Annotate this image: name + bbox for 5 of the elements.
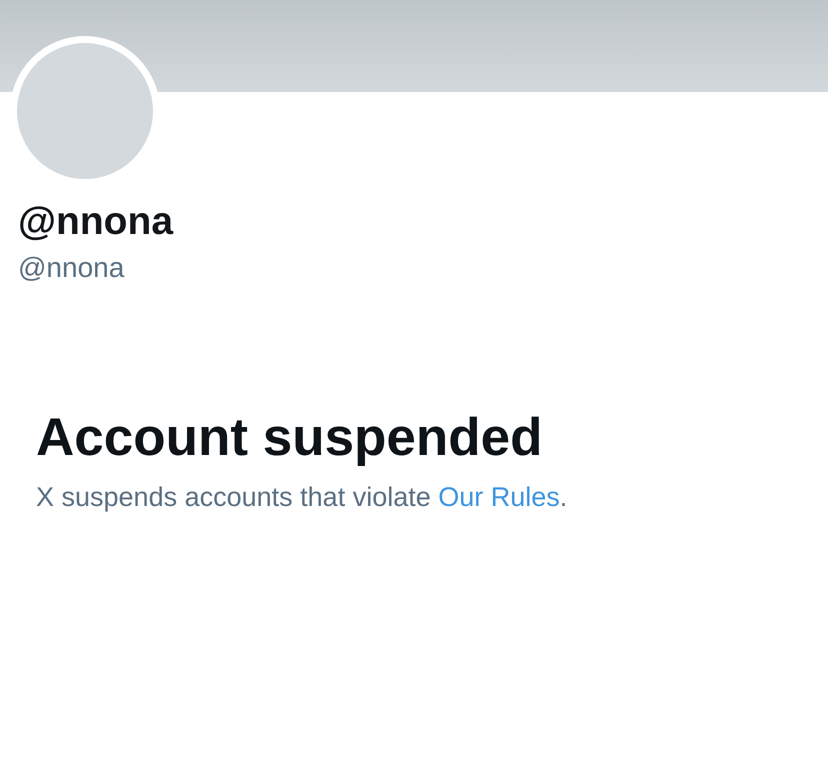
suspended-message: X suspends accounts that violate Our Rules.: [36, 482, 568, 513]
rules-link[interactable]: Our Rules: [438, 482, 560, 512]
handle: @nnona: [18, 251, 126, 285]
suspended-title: Account suspended: [36, 407, 544, 469]
display-name: @nnona: [18, 199, 174, 245]
